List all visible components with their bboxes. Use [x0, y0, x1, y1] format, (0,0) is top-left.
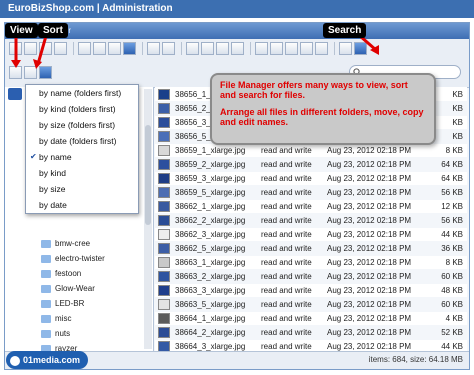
- callout-text-2: Arrange all files in different folders, …: [220, 107, 424, 127]
- watermark-logo: 01media.com: [6, 351, 89, 369]
- search-tag: Search: [323, 23, 367, 38]
- feature-callout: File Manager offers many ways to view, s…: [210, 73, 436, 145]
- view-arrowhead: [11, 60, 21, 68]
- logo-icon: [10, 355, 20, 366]
- sort-arrowhead: [33, 59, 42, 69]
- annotation-arrows: [11, 34, 379, 69]
- callout-text-1: File Manager offers many ways to view, s…: [220, 80, 408, 100]
- sort-tag: Sort: [38, 23, 68, 38]
- sort-arrow: [36, 35, 48, 65]
- watermark-text: 01media.com: [23, 355, 81, 365]
- view-tag: View: [5, 23, 38, 38]
- search-arrow: [359, 34, 377, 52]
